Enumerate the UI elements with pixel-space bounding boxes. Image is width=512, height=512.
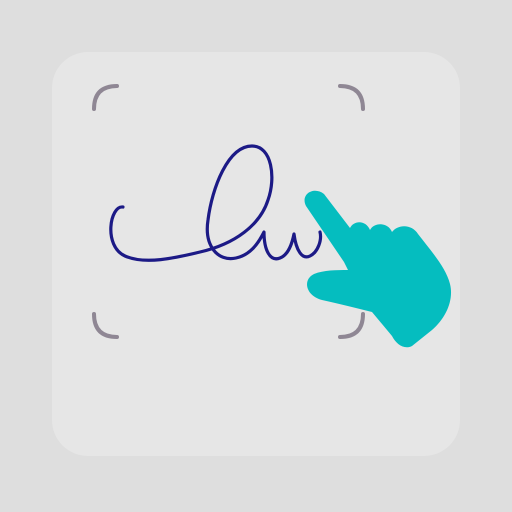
- frame-corner-bottom-left: [92, 312, 119, 339]
- frame-corner-bottom-right: [338, 312, 365, 339]
- frame-corner-top-left: [92, 84, 119, 111]
- signature-stroke: [109, 144, 323, 262]
- frame-corner-top-right: [338, 84, 365, 111]
- signature-touch-icon: [92, 84, 452, 348]
- pointing-hand-icon: [304, 190, 452, 348]
- app-icon-canvas: [0, 0, 512, 512]
